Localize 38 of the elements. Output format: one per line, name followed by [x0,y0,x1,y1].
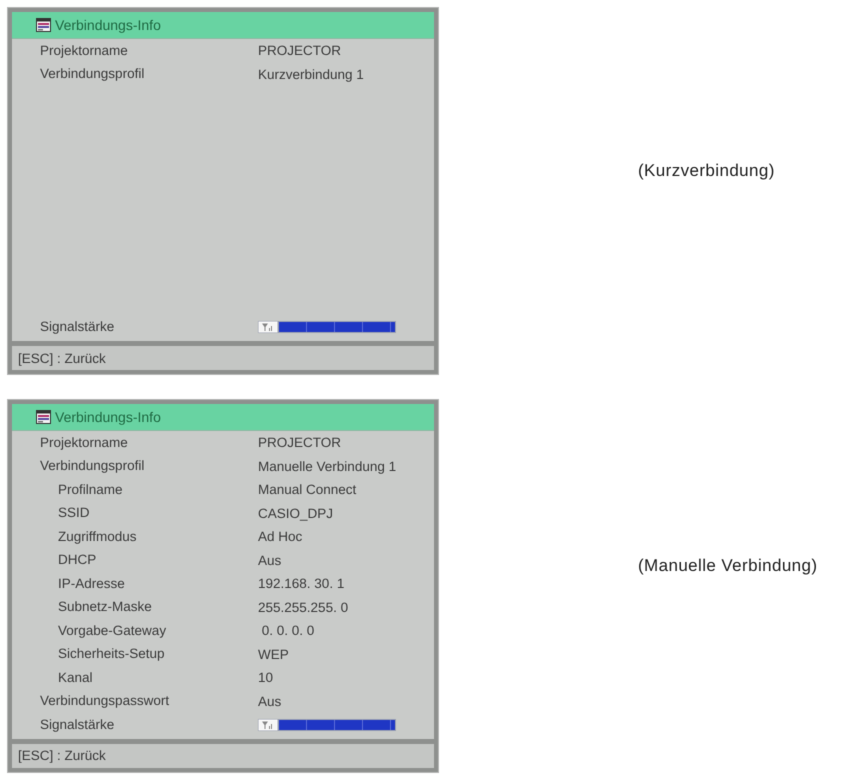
row-value: Aus [258,694,282,709]
row-label: Profilname [58,482,123,497]
row-label: Projektorname [40,42,128,58]
row-label: Kanal [58,670,93,685]
row-label: Zugriffmodus [58,528,137,544]
row-label: Verbindungspasswort [40,693,170,708]
row-label: Subnetz-Maske [58,599,152,614]
row-label: Projektorname [40,434,128,450]
row-label: Verbindungsprofil [40,66,144,82]
row-label: Sicherheits-Setup [58,646,165,662]
row-value: CASIO_DPJ [258,506,334,521]
signal-label: Signalstärke [40,716,114,732]
window-title: Verbindungs-Info [55,409,161,425]
window-icon [36,18,51,32]
row-label: IP-Adresse [58,576,125,591]
row-value: 10 [258,670,274,686]
row-value: Ad Hoc [258,529,302,544]
row-label: SSID [58,505,90,520]
row-value: 0. 0. 0. 0 [260,623,314,638]
caption-text: (Manuelle Verbindung) [638,556,818,576]
row-value: WEP [258,646,289,662]
row-value: PROJECTOR [258,43,342,58]
row-value: PROJECTOR [258,435,342,450]
row-label: Vorgabe-Gateway [58,622,166,638]
row-label: DHCP [58,552,96,568]
row-value: Manuelle Verbindung 1 [258,458,396,474]
row-label: Verbindungsprofil [40,458,144,474]
signal-label: Signalstärke [40,319,114,334]
footer-hint: [ESC] : Zurück [18,350,106,366]
row-value: 255.255.255. 0 [258,600,348,615]
window-title: Verbindungs-Info [55,17,161,33]
window-icon [36,410,51,424]
row-value: Manual Connect [258,482,356,498]
caption-text: (Kurzverbindung) [638,161,775,181]
row-value: Kurzverbindung 1 [258,66,364,82]
row-value: Aus [258,552,282,568]
footer-hint: [ESC] : Zurück [18,748,106,763]
row-value: 192.168. 30. 1 [258,576,344,592]
